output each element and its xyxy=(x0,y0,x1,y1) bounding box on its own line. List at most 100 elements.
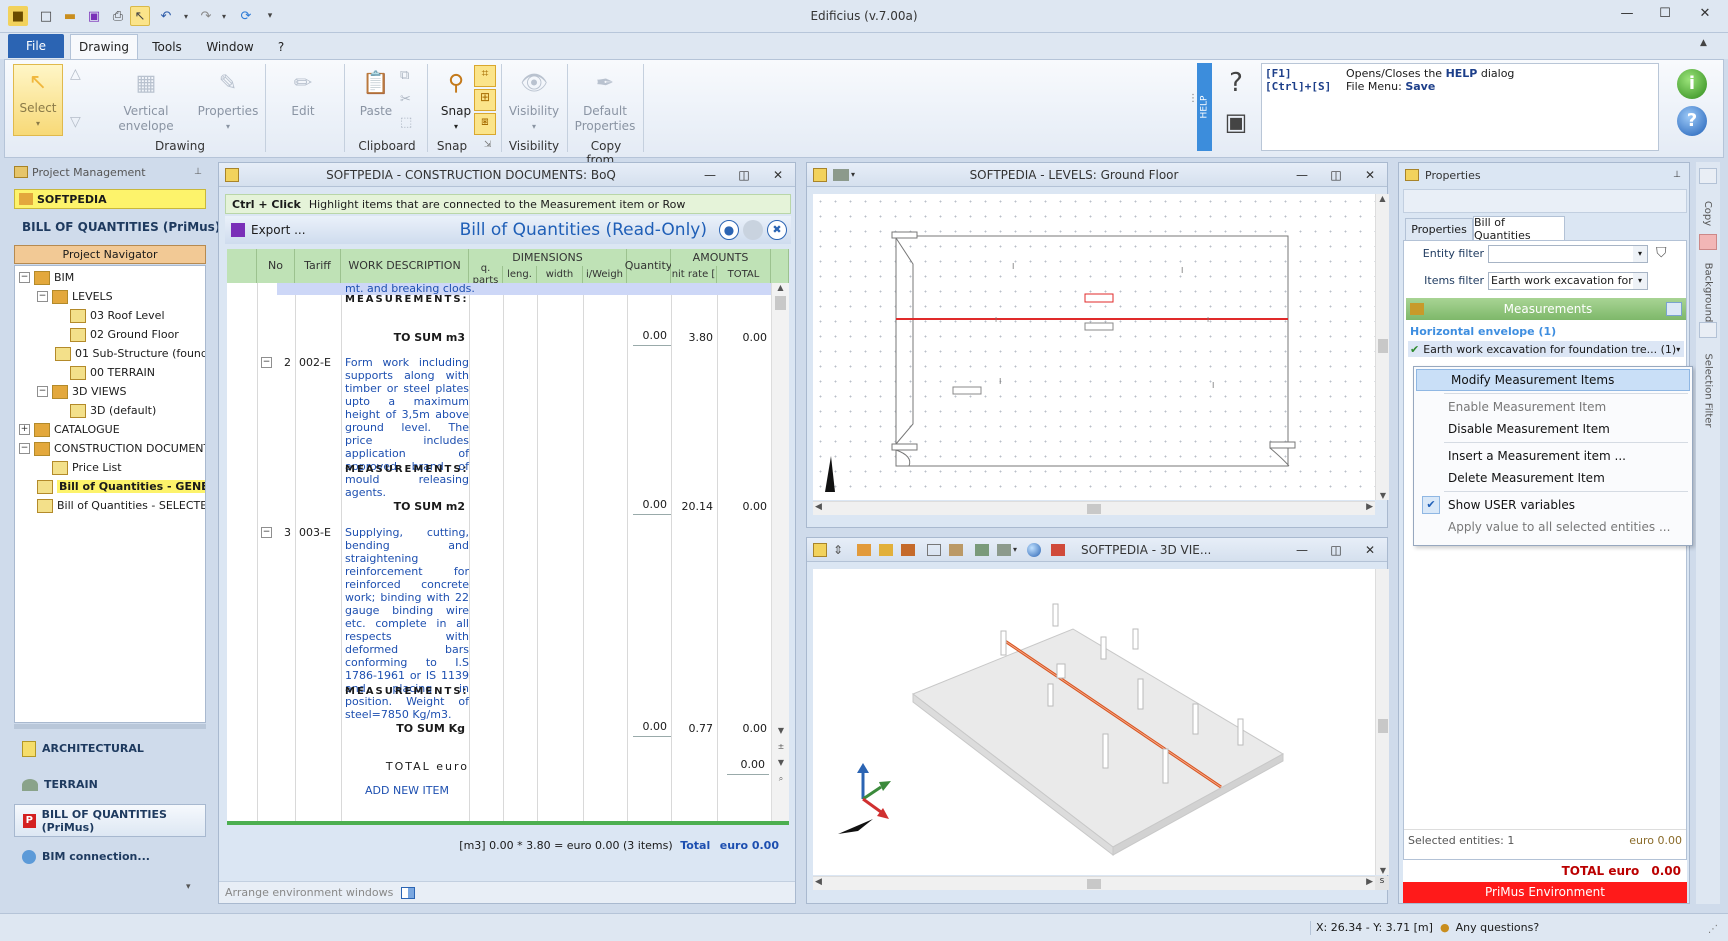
view3d-hscroll[interactable]: ◀ ▶ xyxy=(813,876,1375,890)
view3d-frame-icon[interactable] xyxy=(927,543,941,556)
cut-icon[interactable]: ✂ xyxy=(400,92,411,107)
tree-item[interactable]: Bill of Quantities - SELECTEI xyxy=(15,496,205,515)
tab-properties[interactable]: Properties xyxy=(1405,218,1473,240)
tree-item[interactable]: 01 Sub-Structure (foundatio xyxy=(15,344,205,363)
copy-icon[interactable]: ⧉ xyxy=(400,68,409,83)
boq-scrollbar[interactable]: ▲ ▼ ± ▼ ⌕ xyxy=(771,283,789,821)
view3d-layers-icon[interactable] xyxy=(997,543,1011,556)
levels-minimize-button[interactable]: — xyxy=(1285,168,1319,182)
view3d-close-button[interactable]: ✕ xyxy=(1353,543,1387,557)
view3d-scroll-down-icon[interactable]: ▼ xyxy=(1376,866,1390,875)
tree-collapse-icon[interactable]: − xyxy=(37,291,48,302)
visibility-button[interactable]: 👁 Visibility ▾ xyxy=(506,66,562,134)
view3d-scroll-right-icon[interactable]: ▶ xyxy=(1366,877,1373,887)
context-menu-item[interactable]: Insert a Measurement item ... xyxy=(1414,445,1692,467)
project-softpedia[interactable]: SOFTPEDIA xyxy=(14,189,206,209)
panel-splitter[interactable] xyxy=(14,724,206,729)
items-filter-dropdown-icon[interactable]: ▾ xyxy=(1633,273,1647,289)
section-bill-of-quantities[interactable]: P BILL OF QUANTITIES (PriMus) xyxy=(14,804,206,837)
tree-item[interactable]: 3D (default) xyxy=(15,401,205,420)
view3d-globe-icon[interactable] xyxy=(1027,542,1042,557)
tree-item[interactable]: + CATALOGUE xyxy=(15,420,205,439)
context-menu-item[interactable]: Disable Measurement Item xyxy=(1414,418,1692,440)
levels-scroll-up-icon[interactable]: ▲ xyxy=(1376,194,1389,203)
info-icon[interactable]: i xyxy=(1677,69,1707,99)
tree-collapse-icon[interactable]: − xyxy=(19,272,30,283)
help-side-tab[interactable]: HELP xyxy=(1197,63,1212,151)
section-bim-connection[interactable]: BIM connection... xyxy=(14,840,206,873)
row-2-collapse-icon[interactable]: − xyxy=(261,357,272,368)
boq-scroll-up-icon[interactable]: ▲ xyxy=(772,283,789,292)
tab-drawing[interactable]: Drawing xyxy=(70,34,138,59)
view3d-walls-icon[interactable] xyxy=(879,543,893,556)
items-filter-select[interactable]: Earth work excavation for fou ▾ xyxy=(1488,272,1648,290)
measurements-edit-icon[interactable] xyxy=(1666,302,1682,316)
selection-filter-strip-tab[interactable]: Selection Filter xyxy=(1698,340,1718,440)
view3d-layers-dropdown-icon[interactable]: ▾ xyxy=(1013,545,1017,554)
tab-tools[interactable]: Tools xyxy=(142,34,192,59)
arrange-windows-icon[interactable] xyxy=(401,886,416,899)
boq-tools-icon[interactable]: ✖ xyxy=(767,220,787,240)
add-new-item-button[interactable]: ADD NEW ITEM xyxy=(345,784,469,797)
selection-filter-strip-icon[interactable] xyxy=(1699,322,1717,338)
view3d-vscroll[interactable]: ▼ xyxy=(1375,569,1389,875)
background-strip-icon[interactable] xyxy=(1699,234,1717,250)
question-icon[interactable]: ? xyxy=(1677,106,1707,136)
properties-pin-icon[interactable]: ⊥ xyxy=(1673,170,1681,180)
context-menu-item[interactable]: Delete Measurement Item xyxy=(1414,467,1692,489)
levels-scroll-down-icon[interactable]: ▼ xyxy=(1376,491,1390,500)
boq-scroll-down-icons[interactable]: ▼ ± ▼ ⌕ xyxy=(772,723,789,787)
vertical-envelope-button[interactable]: ▦ Vertical envelope xyxy=(108,66,184,134)
view3d-minimize-button[interactable]: — xyxy=(1285,543,1319,557)
background-strip-tab[interactable]: Background xyxy=(1698,252,1718,332)
view3d-vscroll-thumb[interactable] xyxy=(1378,719,1388,733)
tab-window[interactable]: Window xyxy=(200,34,260,59)
view3d-terrain-icon[interactable] xyxy=(975,543,989,556)
minimize-button[interactable]: — xyxy=(1614,6,1640,26)
measurement-item-row[interactable]: ✔ Earth work excavation for foundation t… xyxy=(1408,341,1684,357)
row-3-collapse-icon[interactable]: − xyxy=(261,527,272,538)
default-properties-button[interactable]: ✒ Default Properties xyxy=(572,66,638,134)
pin-icon[interactable]: ⊥ xyxy=(194,167,202,177)
filter-icon[interactable]: ⛉ xyxy=(1656,245,1667,261)
view3d-scroll-left-icon[interactable]: ◀ xyxy=(815,877,822,887)
boq-refresh-icon[interactable] xyxy=(743,220,763,240)
levels-layers-icon[interactable] xyxy=(833,168,849,181)
context-menu-item[interactable]: Apply value to all selected entities ... xyxy=(1414,516,1692,538)
boq-scroll-thumb[interactable] xyxy=(775,296,786,310)
levels-scroll-left-icon[interactable]: ◀ xyxy=(815,502,822,512)
view3d-section-icon[interactable]: ⇕ xyxy=(833,543,847,557)
view3d-render-icon[interactable] xyxy=(949,543,963,556)
scroll-down-icon[interactable]: ▽ xyxy=(70,114,81,130)
tree-item[interactable]: 00 TERRAIN xyxy=(15,363,205,382)
tree-expand-icon[interactable]: + xyxy=(19,424,30,435)
tree-collapse-icon[interactable]: − xyxy=(19,443,30,454)
section-architectural[interactable]: ARCHITECTURAL xyxy=(14,732,206,765)
resize-grip-icon[interactable]: ⋰ xyxy=(1708,924,1718,935)
view3d-restore-button[interactable]: ◫ xyxy=(1319,543,1353,557)
view3d-hscroll-thumb[interactable] xyxy=(1087,879,1101,889)
properties-ribbon-button[interactable]: ✎ Properties ▾ xyxy=(190,66,266,134)
tree-item[interactable]: − CONSTRUCTION DOCUMENTS xyxy=(15,439,205,458)
copy-strip-icon[interactable] xyxy=(1699,168,1717,184)
close-button[interactable]: ✕ xyxy=(1692,6,1718,26)
tab-help[interactable]: ? xyxy=(268,34,294,59)
snap-object-icon[interactable]: ⧆ xyxy=(474,113,496,135)
boq-minimize-button[interactable]: — xyxy=(693,168,727,182)
context-menu-item[interactable]: Enable Measurement Item xyxy=(1414,396,1692,418)
help-question-icon[interactable]: ? xyxy=(1218,68,1254,102)
context-menu-item[interactable]: Modify Measurement Items xyxy=(1416,369,1690,391)
snap-button[interactable]: ⚲ Snap ▾ xyxy=(432,66,480,134)
project-navigator-button[interactable]: Project Navigator xyxy=(14,245,206,264)
tree-collapse-icon[interactable]: − xyxy=(37,386,48,397)
view3d-canvas[interactable] xyxy=(813,569,1375,875)
tree-item[interactable]: Bill of Quantities - GENE xyxy=(15,477,205,496)
context-menu-item[interactable]: ✔ Show USER variables xyxy=(1414,494,1692,516)
file-menu[interactable]: File xyxy=(8,34,64,58)
levels-layers-dropdown-icon[interactable]: ▾ xyxy=(851,170,855,179)
section-terrain[interactable]: TERRAIN xyxy=(14,768,206,801)
view3d-box-icon[interactable] xyxy=(857,543,871,556)
maximize-button[interactable]: ☐ xyxy=(1652,6,1678,26)
help-video-icon[interactable]: ▣ xyxy=(1218,108,1254,142)
export-button[interactable]: Export ... xyxy=(251,223,306,237)
